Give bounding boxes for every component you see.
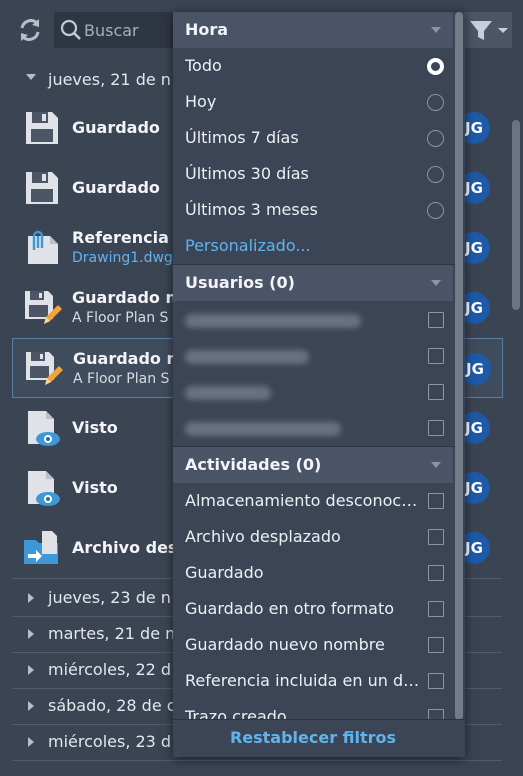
search-box[interactable] — [54, 12, 174, 48]
filter-dropdown: Hora Todo Hoy Últimos 7 días Últimos 30 … — [173, 12, 465, 757]
option-label: Guardado — [185, 563, 264, 582]
radio[interactable] — [427, 202, 444, 219]
checkbox[interactable] — [428, 348, 444, 364]
filter-button[interactable] — [462, 12, 512, 48]
chevron-down-icon — [431, 280, 441, 286]
entry-title: Visto — [72, 418, 118, 437]
entry-subtitle: A Floor Plan S — [72, 310, 169, 326]
section-title: Hora — [185, 20, 229, 39]
activities-section-header[interactable]: Actividades (0) — [173, 447, 453, 483]
list-scrollbar[interactable] — [512, 120, 520, 310]
section-title: Usuarios (0) — [185, 273, 295, 292]
user-option[interactable] — [173, 338, 453, 374]
time-option-3-months[interactable]: Últimos 3 meses — [173, 192, 453, 228]
time-section-header[interactable]: Hora — [173, 12, 453, 48]
checkbox[interactable] — [428, 601, 444, 617]
floppy-disk-icon — [22, 108, 62, 148]
viewed-document-icon — [22, 468, 62, 508]
option-label: Archivo desplazado — [185, 527, 341, 546]
activity-option[interactable]: Archivo desplazado — [173, 519, 453, 555]
entry-title: Visto — [72, 478, 118, 497]
option-label: Referencia incluida en un dibujo — [185, 671, 421, 690]
entry-link[interactable]: Drawing1.dwg — [72, 250, 173, 266]
chevron-right-icon — [28, 701, 34, 711]
option-label: Almacenamiento desconocido — [185, 491, 421, 510]
checkbox[interactable] — [428, 420, 444, 436]
activity-option[interactable]: Almacenamiento desconocido — [173, 483, 453, 519]
chevron-right-icon — [28, 737, 34, 747]
divider — [12, 760, 502, 761]
dropdown-scrollbar[interactable] — [455, 12, 463, 720]
section-title: Actividades (0) — [185, 455, 322, 474]
attachment-document-icon — [22, 228, 62, 268]
chevron-right-icon — [28, 629, 34, 639]
entry-title: Guardado — [72, 118, 160, 137]
entry-title: Referencia i — [72, 228, 180, 247]
checkbox[interactable] — [428, 637, 444, 653]
viewed-document-icon — [22, 408, 62, 448]
group-date-label: miércoles, 23 d — [48, 732, 172, 751]
time-option-all[interactable]: Todo — [173, 48, 453, 84]
redacted-user-name — [185, 350, 309, 364]
chevron-down-icon — [431, 462, 441, 468]
group-date-label: miércoles, 22 d — [48, 660, 172, 679]
activity-option[interactable]: Guardado nuevo nombre — [173, 627, 453, 663]
radio[interactable] — [427, 130, 444, 147]
entry-subtitle: A Floor Plan S — [73, 371, 170, 387]
redacted-user-name — [185, 422, 341, 436]
chevron-right-icon — [28, 593, 34, 603]
option-label: Hoy — [185, 92, 217, 111]
entry-title: Archivo desp — [72, 538, 189, 557]
group-date-label: sábado, 28 de c — [48, 696, 176, 715]
checkbox[interactable] — [428, 312, 444, 328]
radio[interactable] — [427, 166, 444, 183]
checkbox[interactable] — [428, 493, 444, 509]
moved-file-icon — [22, 528, 62, 568]
chevron-right-icon — [28, 665, 34, 675]
checkbox[interactable] — [428, 529, 444, 545]
option-label: Guardado en otro formato — [185, 599, 395, 618]
entry-title: Guardado — [72, 178, 160, 197]
radio-selected[interactable] — [427, 58, 444, 75]
time-option-today[interactable]: Hoy — [173, 84, 453, 120]
search-icon — [60, 19, 82, 41]
activity-option[interactable]: Guardado — [173, 555, 453, 591]
redacted-user-name — [185, 386, 271, 400]
time-option-30-days[interactable]: Últimos 30 días — [173, 156, 453, 192]
group-date-label: jueves, 21 de n — [48, 70, 171, 89]
refresh-icon[interactable] — [16, 16, 44, 44]
users-section-header[interactable]: Usuarios (0) — [173, 265, 453, 301]
time-option-7-days[interactable]: Últimos 7 días — [173, 120, 453, 156]
group-date-label: martes, 21 de n — [48, 624, 176, 643]
option-label: Guardado nuevo nombre — [185, 635, 385, 654]
user-option[interactable] — [173, 410, 453, 446]
option-label: Últimos 30 días — [185, 164, 309, 183]
option-label: Últimos 3 meses — [185, 200, 318, 219]
entry-title: Guardado nu — [72, 288, 189, 307]
reset-filters-button[interactable]: Restablecer filtros — [173, 728, 453, 747]
checkbox[interactable] — [428, 565, 444, 581]
activity-option[interactable]: Referencia incluida en un dibujo — [173, 663, 453, 699]
time-option-custom[interactable]: Personalizado... — [173, 228, 453, 264]
entry-title: Guardado nu — [73, 349, 190, 368]
redacted-user-name — [185, 314, 361, 328]
filter-icon — [470, 21, 508, 40]
user-option[interactable] — [173, 302, 453, 338]
option-label: Todo — [185, 56, 222, 75]
chevron-down-icon — [431, 27, 441, 33]
option-label: Últimos 7 días — [185, 128, 299, 147]
checkbox[interactable] — [428, 673, 444, 689]
radio[interactable] — [427, 94, 444, 111]
chevron-down-icon — [26, 74, 36, 80]
checkbox[interactable] — [428, 384, 444, 400]
save-as-pencil-icon — [22, 288, 62, 328]
custom-range-link[interactable]: Personalizado... — [185, 236, 311, 255]
activity-option[interactable]: Guardado en otro formato — [173, 591, 453, 627]
search-input[interactable] — [84, 18, 170, 42]
user-option[interactable] — [173, 374, 453, 410]
dropdown-footer: Restablecer filtros — [173, 719, 465, 757]
save-as-pencil-icon — [23, 349, 63, 389]
floppy-disk-icon — [22, 168, 62, 208]
group-date-label: jueves, 23 de n — [48, 588, 171, 607]
